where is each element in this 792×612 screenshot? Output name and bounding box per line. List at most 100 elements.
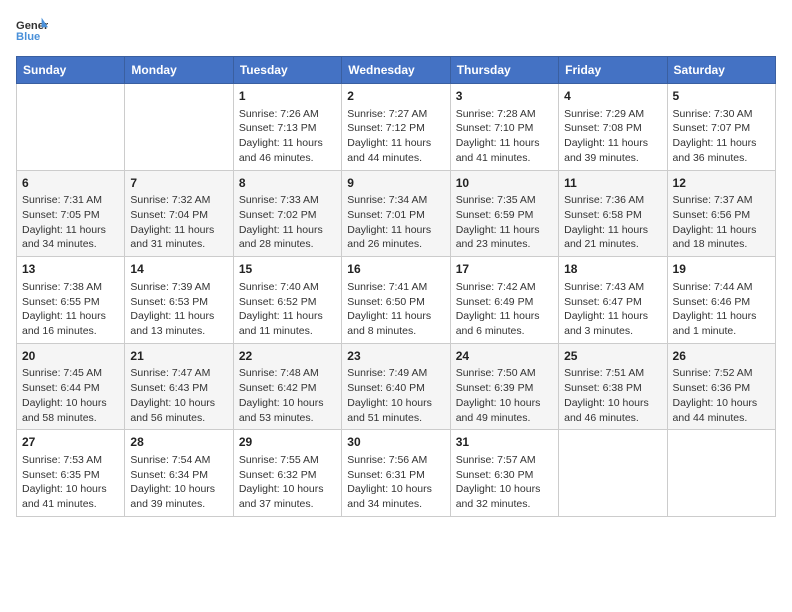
calendar-cell: 6Sunrise: 7:31 AM Sunset: 7:05 PM Daylig… <box>17 170 125 257</box>
cell-content: Sunrise: 7:43 AM Sunset: 6:47 PM Dayligh… <box>564 280 661 339</box>
day-number: 10 <box>456 175 553 192</box>
day-of-week-header: Monday <box>125 57 233 84</box>
day-number: 26 <box>673 348 770 365</box>
day-number: 9 <box>347 175 444 192</box>
day-number: 20 <box>22 348 119 365</box>
calendar-cell: 8Sunrise: 7:33 AM Sunset: 7:02 PM Daylig… <box>233 170 341 257</box>
cell-content: Sunrise: 7:40 AM Sunset: 6:52 PM Dayligh… <box>239 280 336 339</box>
cell-content: Sunrise: 7:35 AM Sunset: 6:59 PM Dayligh… <box>456 193 553 252</box>
day-number: 5 <box>673 88 770 105</box>
cell-content: Sunrise: 7:37 AM Sunset: 6:56 PM Dayligh… <box>673 193 770 252</box>
day-number: 21 <box>130 348 227 365</box>
day-number: 31 <box>456 434 553 451</box>
calendar-cell: 18 Sunrise: 7:43 AM Sunset: 6:47 PM Dayli… <box>559 257 667 344</box>
calendar-cell: 10Sunrise: 7:35 AM Sunset: 6:59 PM Dayli… <box>450 170 558 257</box>
day-number: 17 <box>456 261 553 278</box>
page-header: General Blue <box>16 16 776 44</box>
cell-content: Sunrise: 7:38 AM Sunset: 6:55 PM Dayligh… <box>22 280 119 339</box>
cell-content: Sunrise: 7:57 AM Sunset: 6:30 PM Dayligh… <box>456 453 553 512</box>
cell-content: Sunrise: 7:31 AM Sunset: 7:05 PM Dayligh… <box>22 193 119 252</box>
calendar-cell: 13Sunrise: 7:38 AM Sunset: 6:55 PM Dayli… <box>17 257 125 344</box>
calendar-cell: 16 Sunrise: 7:41 AM Sunset: 6:50 PM Dayli… <box>342 257 450 344</box>
logo-icon: General Blue <box>16 16 48 44</box>
calendar-cell: 27 Sunrise: 7:53 AM Sunset: 6:35 PM Dayli… <box>17 430 125 517</box>
day-of-week-header: Wednesday <box>342 57 450 84</box>
calendar-table: SundayMondayTuesdayWednesdayThursdayFrid… <box>16 56 776 517</box>
calendar-cell: 11Sunrise: 7:36 AM Sunset: 6:58 PM Dayli… <box>559 170 667 257</box>
day-number: 3 <box>456 88 553 105</box>
day-number: 8 <box>239 175 336 192</box>
cell-content: Sunrise: 7:52 AM Sunset: 6:36 PM Dayligh… <box>673 366 770 425</box>
calendar-cell: 24Sunrise: 7:50 AM Sunset: 6:39 PM Dayli… <box>450 343 558 430</box>
day-number: 18 <box>564 261 661 278</box>
day-number: 25 <box>564 348 661 365</box>
cell-content: Sunrise: 7:32 AM Sunset: 7:04 PM Dayligh… <box>130 193 227 252</box>
cell-content: Sunrise: 7:45 AM Sunset: 6:44 PM Dayligh… <box>22 366 119 425</box>
calendar-cell: 15 Sunrise: 7:40 AM Sunset: 6:52 PM Dayli… <box>233 257 341 344</box>
calendar-cell <box>125 84 233 171</box>
day-number: 7 <box>130 175 227 192</box>
day-number: 4 <box>564 88 661 105</box>
cell-content: Sunrise: 7:55 AM Sunset: 6:32 PM Dayligh… <box>239 453 336 512</box>
cell-content: Sunrise: 7:41 AM Sunset: 6:50 PM Dayligh… <box>347 280 444 339</box>
day-number: 19 <box>673 261 770 278</box>
cell-content: Sunrise: 7:28 AM Sunset: 7:10 PM Dayligh… <box>456 107 553 166</box>
calendar-cell: 20Sunrise: 7:45 AM Sunset: 6:44 PM Dayli… <box>17 343 125 430</box>
calendar-cell <box>667 430 775 517</box>
day-of-week-header: Friday <box>559 57 667 84</box>
day-number: 23 <box>347 348 444 365</box>
cell-content: Sunrise: 7:50 AM Sunset: 6:39 PM Dayligh… <box>456 366 553 425</box>
calendar-cell: 31 Sunrise: 7:57 AM Sunset: 6:30 PM Dayli… <box>450 430 558 517</box>
calendar-cell: 12Sunrise: 7:37 AM Sunset: 6:56 PM Dayli… <box>667 170 775 257</box>
calendar-week-row: 1 Sunrise: 7:26 AM Sunset: 7:13 PM Daylig… <box>17 84 776 171</box>
day-number: 15 <box>239 261 336 278</box>
calendar-cell: 9Sunrise: 7:34 AM Sunset: 7:01 PM Daylig… <box>342 170 450 257</box>
cell-content: Sunrise: 7:42 AM Sunset: 6:49 PM Dayligh… <box>456 280 553 339</box>
calendar-cell: 7Sunrise: 7:32 AM Sunset: 7:04 PM Daylig… <box>125 170 233 257</box>
day-number: 28 <box>130 434 227 451</box>
calendar-cell <box>559 430 667 517</box>
cell-content: Sunrise: 7:39 AM Sunset: 6:53 PM Dayligh… <box>130 280 227 339</box>
calendar-cell: 21Sunrise: 7:47 AM Sunset: 6:43 PM Dayli… <box>125 343 233 430</box>
calendar-cell: 5 Sunrise: 7:30 AM Sunset: 7:07 PM Daylig… <box>667 84 775 171</box>
calendar-cell: 3 Sunrise: 7:28 AM Sunset: 7:10 PM Daylig… <box>450 84 558 171</box>
calendar-header-row: SundayMondayTuesdayWednesdayThursdayFrid… <box>17 57 776 84</box>
calendar-week-row: 27 Sunrise: 7:53 AM Sunset: 6:35 PM Dayli… <box>17 430 776 517</box>
day-number: 11 <box>564 175 661 192</box>
day-number: 2 <box>347 88 444 105</box>
cell-content: Sunrise: 7:48 AM Sunset: 6:42 PM Dayligh… <box>239 366 336 425</box>
day-number: 27 <box>22 434 119 451</box>
cell-content: Sunrise: 7:30 AM Sunset: 7:07 PM Dayligh… <box>673 107 770 166</box>
calendar-cell: 26Sunrise: 7:52 AM Sunset: 6:36 PM Dayli… <box>667 343 775 430</box>
cell-content: Sunrise: 7:49 AM Sunset: 6:40 PM Dayligh… <box>347 366 444 425</box>
day-of-week-header: Sunday <box>17 57 125 84</box>
logo: General Blue <box>16 16 48 44</box>
cell-content: Sunrise: 7:27 AM Sunset: 7:12 PM Dayligh… <box>347 107 444 166</box>
calendar-cell: 23Sunrise: 7:49 AM Sunset: 6:40 PM Dayli… <box>342 343 450 430</box>
calendar-cell: 22Sunrise: 7:48 AM Sunset: 6:42 PM Dayli… <box>233 343 341 430</box>
calendar-cell: 2 Sunrise: 7:27 AM Sunset: 7:12 PM Daylig… <box>342 84 450 171</box>
cell-content: Sunrise: 7:54 AM Sunset: 6:34 PM Dayligh… <box>130 453 227 512</box>
cell-content: Sunrise: 7:34 AM Sunset: 7:01 PM Dayligh… <box>347 193 444 252</box>
calendar-cell: 30 Sunrise: 7:56 AM Sunset: 6:31 PM Dayli… <box>342 430 450 517</box>
day-number: 16 <box>347 261 444 278</box>
calendar-cell: 1 Sunrise: 7:26 AM Sunset: 7:13 PM Daylig… <box>233 84 341 171</box>
calendar-cell: 29Sunrise: 7:55 AM Sunset: 6:32 PM Dayli… <box>233 430 341 517</box>
day-of-week-header: Saturday <box>667 57 775 84</box>
cell-content: Sunrise: 7:56 AM Sunset: 6:31 PM Dayligh… <box>347 453 444 512</box>
day-number: 14 <box>130 261 227 278</box>
calendar-cell: 17 Sunrise: 7:42 AM Sunset: 6:49 PM Dayli… <box>450 257 558 344</box>
cell-content: Sunrise: 7:33 AM Sunset: 7:02 PM Dayligh… <box>239 193 336 252</box>
calendar-week-row: 20Sunrise: 7:45 AM Sunset: 6:44 PM Dayli… <box>17 343 776 430</box>
calendar-week-row: 6Sunrise: 7:31 AM Sunset: 7:05 PM Daylig… <box>17 170 776 257</box>
calendar-cell: 25Sunrise: 7:51 AM Sunset: 6:38 PM Dayli… <box>559 343 667 430</box>
day-number: 24 <box>456 348 553 365</box>
day-of-week-header: Tuesday <box>233 57 341 84</box>
cell-content: Sunrise: 7:53 AM Sunset: 6:35 PM Dayligh… <box>22 453 119 512</box>
day-number: 22 <box>239 348 336 365</box>
day-number: 1 <box>239 88 336 105</box>
day-number: 30 <box>347 434 444 451</box>
svg-text:Blue: Blue <box>16 31 40 43</box>
cell-content: Sunrise: 7:26 AM Sunset: 7:13 PM Dayligh… <box>239 107 336 166</box>
calendar-cell: 14 Sunrise: 7:39 AM Sunset: 6:53 PM Dayli… <box>125 257 233 344</box>
